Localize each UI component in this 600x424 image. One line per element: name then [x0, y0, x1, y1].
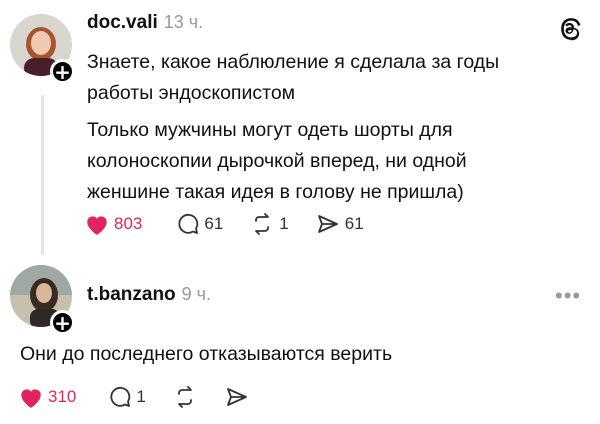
post-paragraph: Знаете, какое наблюление я сделала за го… — [87, 51, 500, 104]
repost-button[interactable]: 1 — [249, 212, 289, 236]
share-count: 61 — [344, 214, 364, 233]
more-icon[interactable]: ••• — [555, 283, 581, 309]
comment-icon — [178, 213, 199, 234]
username-text[interactable]: doc.vali — [87, 12, 158, 33]
send-icon — [317, 215, 338, 233]
send-icon — [226, 388, 247, 406]
username-text[interactable]: t.banzano — [87, 284, 176, 305]
comment-button[interactable]: 1 — [108, 385, 146, 409]
like-button[interactable]: 803 — [84, 212, 142, 236]
follow-plus-icon[interactable]: + — [50, 310, 75, 335]
avatar[interactable]: + — [10, 14, 75, 84]
thread-line — [41, 95, 44, 255]
repost-button[interactable] — [172, 385, 198, 409]
follow-plus-icon[interactable]: + — [50, 59, 75, 84]
comment-button[interactable]: 61 — [176, 212, 223, 236]
like-button[interactable]: 310 — [18, 385, 76, 409]
avatar[interactable]: + — [10, 265, 75, 335]
post-username[interactable]: doc.vali 13 ч. — [87, 12, 203, 34]
post-actions: 310 1 — [18, 385, 276, 409]
like-count: 310 — [48, 387, 77, 406]
post-body: Они до последнего отказываются верить — [20, 343, 393, 365]
post-body: Знаете, какое наблюление я сделала за го… — [87, 47, 547, 208]
heart-filled-icon — [21, 389, 41, 408]
repost-count: 1 — [279, 214, 289, 233]
share-button[interactable]: 61 — [315, 212, 364, 236]
heart-filled-icon — [87, 216, 107, 235]
post-username[interactable]: t.banzano 9 ч. — [87, 284, 211, 306]
post-actions: 803 61 1 61 — [84, 212, 390, 236]
share-button[interactable] — [224, 385, 250, 409]
threads-logo-icon[interactable] — [558, 16, 584, 42]
like-count: 803 — [114, 214, 143, 233]
comment-count: 61 — [204, 214, 224, 233]
post-paragraph: Только мужчины могут одеть шорты для кол… — [87, 119, 467, 203]
post-time: 13 ч. — [163, 12, 204, 32]
repost-icon — [255, 213, 270, 235]
repost-icon — [177, 386, 192, 408]
comment-count: 1 — [136, 387, 146, 406]
post-time: 9 ч. — [181, 284, 212, 304]
comment-icon — [110, 386, 131, 407]
